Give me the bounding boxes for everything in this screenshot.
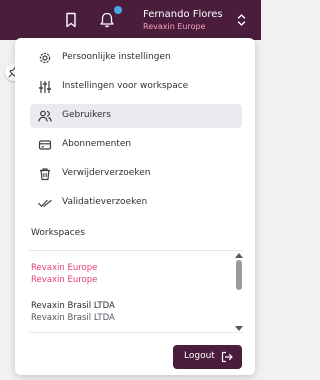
logout-button[interactable]: Logout (173, 345, 242, 369)
bell-icon[interactable] (99, 11, 115, 28)
menu-item-workspace-settings[interactable]: Instellingen voor workspace (30, 75, 242, 99)
workspaces-heading: Workspaces (31, 228, 85, 238)
trash-icon (40, 168, 50, 181)
scrollbar-thumb[interactable] (236, 260, 242, 290)
bookmark-icon[interactable] (64, 12, 78, 28)
workspace-list[interactable]: Revaxin Europe Revaxin Europe Revaxin Br… (29, 250, 244, 333)
notification-dot (114, 6, 122, 14)
workspace-name: Revaxin Brasil LTDA (31, 301, 115, 311)
gear-icon (39, 52, 51, 64)
credit-card-icon (38, 140, 52, 150)
menu-item-label: Gebruikers (62, 110, 111, 120)
menu-item-users[interactable]: Gebruikers (30, 104, 242, 128)
workspace-item-revaxin-brasil[interactable]: Revaxin Brasil LTDA Revaxin Brasil LTDA (31, 301, 227, 325)
chevron-up-down-icon[interactable] (237, 13, 246, 27)
double-check-icon (38, 199, 52, 207)
menu-item-personal-settings[interactable]: Persoonlijke instellingen (30, 46, 242, 70)
menu-item-label: Verwijderverzoeken (62, 168, 151, 178)
users-icon (38, 110, 52, 122)
menu-item-label: Abonnementen (62, 139, 132, 149)
menu-item-label: Persoonlijke instellingen (62, 52, 171, 62)
menu-item-label: Instellingen voor workspace (62, 81, 189, 91)
scroll-down-arrow-icon[interactable] (235, 326, 243, 331)
top-bar: Fernando Flores Revaxin Europe (0, 0, 261, 40)
sliders-icon (38, 80, 52, 94)
organization-name[interactable]: Revaxin Europe (143, 22, 205, 31)
menu-item-subscriptions[interactable]: Abonnementen (30, 133, 242, 157)
user-name[interactable]: Fernando Flores (143, 9, 223, 20)
workspace-name: Revaxin Europe (31, 263, 98, 273)
workspace-item-revaxin-europe[interactable]: Revaxin Europe Revaxin Europe (31, 263, 227, 287)
account-dropdown-panel: Persoonlijke instellingen Instellingen v… (15, 38, 255, 375)
menu-item-label: Validatieverzoeken (62, 197, 148, 207)
workspace-scrollbar[interactable] (234, 251, 244, 332)
workspace-subtitle: Revaxin Brasil LTDA (31, 313, 115, 323)
logout-icon (221, 351, 233, 363)
menu-item-deletion-requests[interactable]: Verwijderverzoeken (30, 162, 242, 186)
logout-label: Logout (184, 351, 215, 361)
workspace-subtitle: Revaxin Europe (31, 275, 98, 285)
menu-item-validation-requests[interactable]: Validatieverzoeken (30, 191, 242, 215)
scroll-up-arrow-icon[interactable] (235, 253, 243, 258)
